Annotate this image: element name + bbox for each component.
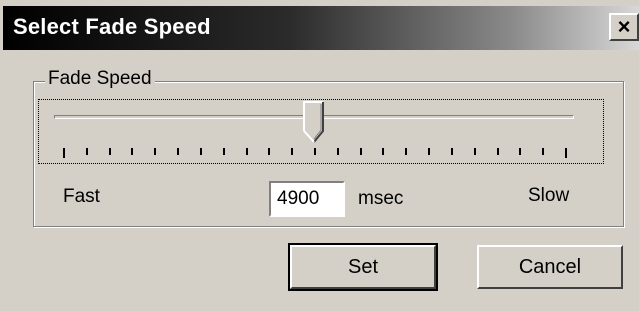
fast-label: Fast xyxy=(63,186,100,207)
set-button[interactable]: Set xyxy=(288,243,438,291)
slider-tick xyxy=(496,148,499,155)
slider-tick xyxy=(177,148,180,155)
fade-speed-dialog: Select Fade Speed × Fade Speed Fast msec… xyxy=(0,0,639,311)
slider-tick xyxy=(450,148,453,155)
slider-tick xyxy=(382,148,385,155)
slider-tick xyxy=(85,148,88,155)
slider-tick xyxy=(542,148,545,155)
slider-tick xyxy=(199,148,202,155)
slider-tick xyxy=(405,148,408,155)
slider-tick xyxy=(63,148,65,158)
title-bar[interactable]: Select Fade Speed × xyxy=(3,6,639,50)
slider-tick xyxy=(291,148,294,155)
slider-tick xyxy=(131,148,134,155)
slider-tick xyxy=(245,148,248,155)
slider-tick xyxy=(268,148,271,155)
slider-tick xyxy=(473,148,476,155)
window-title: Select Fade Speed xyxy=(13,14,211,39)
slider-tick xyxy=(314,148,316,155)
unit-label: msec xyxy=(358,188,404,209)
slider-tick xyxy=(428,148,431,155)
groupbox-label: Fade Speed xyxy=(45,68,155,90)
slow-label: Slow xyxy=(528,185,570,206)
close-icon: × xyxy=(617,14,631,39)
close-button[interactable]: × xyxy=(609,13,639,41)
slider-tick xyxy=(519,148,522,155)
cancel-button[interactable]: Cancel xyxy=(477,245,623,289)
speed-value-input[interactable] xyxy=(269,181,345,217)
slider-tick xyxy=(336,148,339,155)
slider-tick xyxy=(108,148,111,155)
slider-tick xyxy=(154,148,157,155)
slider-tick xyxy=(359,148,362,155)
slider-thumb[interactable] xyxy=(303,101,325,145)
slider-tick xyxy=(565,148,567,158)
slider-tick xyxy=(222,148,225,155)
